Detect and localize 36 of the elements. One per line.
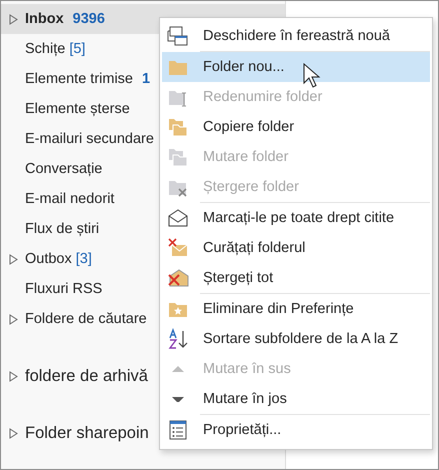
down-arrow-icon [172,396,184,402]
expand-icon[interactable] [9,14,18,24]
menu-item[interactable]: Ștergeți tot [162,263,430,293]
expand-icon[interactable] [9,314,18,324]
menu-item[interactable]: Mutare în jos [162,384,430,414]
folder-name: Foldere de căutare [25,311,147,327]
menu-item[interactable]: Copiere folder [162,112,430,142]
envelope-icon [167,207,189,229]
menu-item[interactable]: Sortare subfoldere de la A la Z [162,324,430,354]
folder-name: Elemente trimise [25,71,133,87]
unread-count: 9396 [72,11,105,27]
envelope-delete-icon [167,267,189,289]
menu-item[interactable]: Folder nou... [162,52,430,82]
folder-move-icon [167,146,189,168]
folder-name: Inbox [25,11,64,27]
folder-copy-icon [167,116,189,138]
menu-item[interactable]: Marcați-le pe toate drept citite [162,203,430,233]
unread-count: [3] [76,251,92,267]
unread-count: 1 [142,71,150,87]
folder-name: foldere de arhivă [25,366,148,386]
new-window-icon [167,25,189,47]
sort-icon [167,328,189,350]
expand-icon[interactable] [9,254,18,264]
menu-item[interactable]: Curățați folderul [162,233,430,263]
expand-icon[interactable] [9,370,18,382]
properties-icon [167,419,189,441]
unread-count: [5] [69,41,86,57]
menu-item[interactable]: Eliminare din Preferințe [162,294,430,324]
folder-name: Schițe [25,41,66,57]
menu-item[interactable]: Proprietăți... [162,415,430,445]
folder-name: Folder sharepoin [25,424,149,442]
envelope-clean-icon [167,237,189,259]
mouse-pointer-icon [303,63,321,89]
expand-icon[interactable] [9,428,18,438]
folder-name: Outbox [25,251,72,267]
up-arrow-icon [172,366,184,372]
